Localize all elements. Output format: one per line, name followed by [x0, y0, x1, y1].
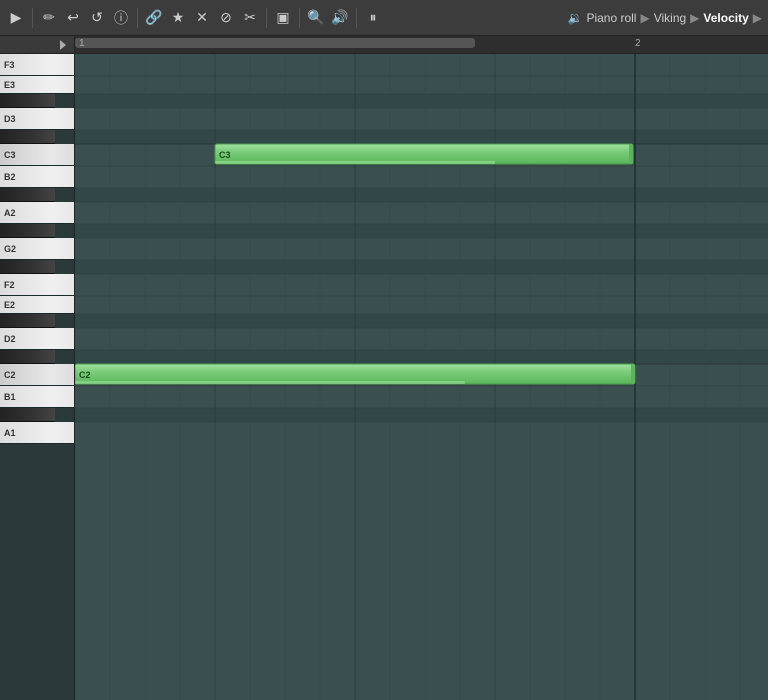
key-label-c3: C3 [4, 150, 16, 160]
grid-svg: C3 C2 [75, 54, 768, 700]
breadcrumb-velocity[interactable]: Velocity [703, 11, 748, 25]
timeline-arrow-icon[interactable] [56, 38, 70, 52]
speaker-tool[interactable]: 🔊 [330, 8, 350, 28]
toolbar-separator-2 [137, 8, 138, 28]
piano-key-a1[interactable]: A1 [0, 422, 74, 444]
breadcrumb-sep-2: ▶ [690, 11, 699, 25]
note-velocity-c2 [75, 381, 465, 384]
forbid-tool[interactable]: ⊘ [216, 8, 236, 28]
piano-key-f3[interactable]: F3 [0, 54, 74, 76]
key-label-d2: D2 [4, 334, 16, 344]
key-label-g2: G2 [4, 244, 16, 254]
main-area: F3 E3 D3 C3 B2 A2 G2 [0, 54, 768, 700]
key-label-c2: C2 [4, 370, 16, 380]
breadcrumb-piano-roll[interactable]: Piano roll [586, 11, 636, 25]
piano-key-b2[interactable]: B2 [0, 166, 74, 188]
note-label-c3: C3 [219, 150, 231, 160]
piano-key-d2[interactable]: D2 [0, 328, 74, 350]
toolbar-separator [32, 8, 33, 28]
key-label-b2: B2 [4, 172, 16, 182]
timeline-ruler[interactable]: 1 2 [75, 36, 768, 53]
timeline: 1 2 [0, 36, 768, 54]
piano-key-db3[interactable] [0, 130, 55, 144]
cursor-tool[interactable]: ✕ [192, 8, 212, 28]
star-tool[interactable]: ★ [168, 8, 188, 28]
audio-icon: 🔉 [567, 11, 582, 25]
select-tool[interactable]: ▣ [273, 8, 293, 28]
key-label-f2: F2 [4, 280, 15, 290]
piano-key-eb3[interactable] [0, 94, 55, 108]
piano-key-d3[interactable]: D3 [0, 108, 74, 130]
breadcrumb: 🔉 Piano roll ▶ Viking ▶ Velocity ▶ [567, 11, 762, 25]
timeline-nav [0, 36, 75, 53]
eraser-tool[interactable]: ↺ [87, 8, 107, 28]
note-grid[interactable]: C3 C2 [75, 54, 768, 700]
piano-key-bb2[interactable] [0, 188, 55, 202]
key-label-e3: E3 [4, 80, 15, 90]
piano-key-eb2[interactable] [0, 314, 55, 328]
toolbar: ▶ ✏ ↩ ↺ ⓘ 🔗 ★ ✕ ⊘ ✂ ▣ 🔍 🔊 ⏸ 🔉 Piano roll… [0, 0, 768, 36]
mute-tool[interactable]: ✂ [240, 8, 260, 28]
piano-key-gb2[interactable] [0, 260, 55, 274]
piano-key-g2[interactable]: G2 [0, 238, 74, 260]
key-label-e2: E2 [4, 300, 15, 310]
piano-key-e3[interactable]: E3 [0, 76, 74, 94]
note-tail-c3 [629, 144, 633, 164]
piano-key-b1[interactable]: B1 [0, 386, 74, 408]
piano-key-c2[interactable]: C2 [0, 364, 74, 386]
key-label-a1: A1 [4, 428, 16, 438]
piano-key-bb1[interactable] [0, 408, 55, 422]
info-tool[interactable]: ⓘ [111, 8, 131, 28]
note-label-c2: C2 [79, 370, 91, 380]
toolbar-separator-5 [356, 8, 357, 28]
key-label-a2: A2 [4, 208, 16, 218]
note-tail-c2 [631, 364, 635, 384]
pipe-tool[interactable]: ⏸ [363, 8, 383, 28]
timeline-scrollbar[interactable] [75, 38, 475, 48]
piano-key-e2[interactable]: E2 [0, 296, 74, 314]
breadcrumb-sep-3: ▶ [753, 11, 762, 25]
piano-key-a2[interactable]: A2 [0, 202, 74, 224]
breadcrumb-viking[interactable]: Viking [654, 11, 686, 25]
piano-key-ab2[interactable] [0, 224, 55, 238]
piano-key-f2[interactable]: F2 [0, 274, 74, 296]
pointer-tool[interactable]: ▶ [6, 8, 26, 28]
piano-key-db2[interactable] [0, 350, 55, 364]
magnet-tool[interactable]: 🔗 [144, 8, 164, 28]
toolbar-separator-4 [299, 8, 300, 28]
piano-keyboard: F3 E3 D3 C3 B2 A2 G2 [0, 54, 75, 700]
key-label-f3: F3 [4, 60, 15, 70]
loop-tool[interactable]: ↩ [63, 8, 83, 28]
key-label-d3: D3 [4, 114, 16, 124]
breadcrumb-sep-1: ▶ [640, 11, 649, 25]
piano-key-c3[interactable]: C3 [0, 144, 74, 166]
ruler-marker-2: 2 [635, 38, 641, 49]
note-velocity-c3 [215, 161, 495, 164]
key-label-b1: B1 [4, 392, 16, 402]
zoom-tool[interactable]: 🔍 [306, 8, 326, 28]
toolbar-separator-3 [266, 8, 267, 28]
ruler-marker-1: 1 [79, 38, 85, 49]
pencil-tool[interactable]: ✏ [39, 8, 59, 28]
